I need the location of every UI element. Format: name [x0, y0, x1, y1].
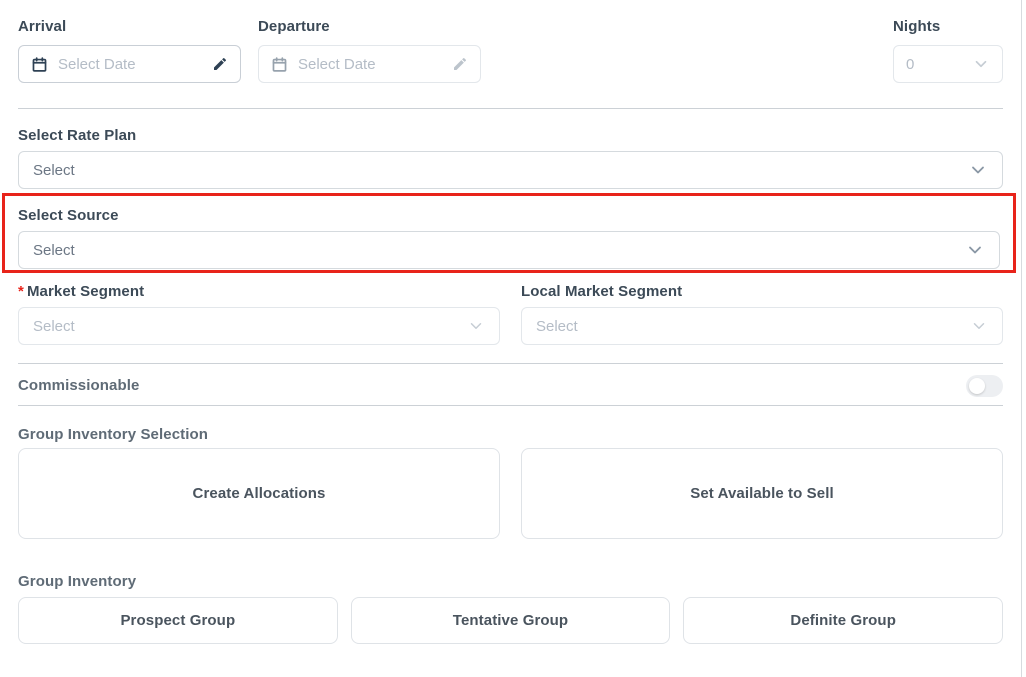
section-divider: [18, 363, 1003, 364]
group-inventory-selection-options: Create Allocations Set Available to Sell: [18, 448, 1003, 539]
group-inventory-selection-label: Group Inventory Selection: [18, 426, 1003, 444]
tentative-group-button[interactable]: Tentative Group: [351, 597, 671, 644]
source-select[interactable]: Select: [18, 231, 1000, 269]
calendar-icon: [31, 56, 48, 73]
group-inventory-section: Group Inventory Prospect Group Tentative…: [18, 573, 1003, 644]
rate-plan-select[interactable]: Select: [18, 151, 1003, 189]
chevron-down-icon: [968, 160, 988, 180]
rate-plan-value: Select: [33, 162, 75, 179]
departure-date-field[interactable]: Select Date: [258, 45, 481, 83]
departure-field-group: Departure Select Date: [258, 18, 481, 83]
source-highlight-box: Select Source Select: [2, 193, 1016, 273]
arrival-label: Arrival: [18, 18, 241, 36]
chevron-down-icon: [970, 317, 988, 335]
set-available-to-sell-button[interactable]: Set Available to Sell: [521, 448, 1003, 539]
commissionable-label: Commissionable: [18, 375, 139, 397]
arrival-date-field[interactable]: Select Date: [18, 45, 241, 83]
chevron-down-icon: [972, 55, 990, 73]
toggle-knob: [969, 378, 985, 394]
section-divider: [18, 405, 1003, 406]
group-inventory-selection-section: Group Inventory Selection Create Allocat…: [18, 426, 1003, 539]
section-divider: [18, 108, 1003, 109]
dates-row: Arrival Select Date Departure: [18, 18, 1003, 83]
required-asterisk: *: [18, 283, 24, 300]
group-inventory-options: Prospect Group Tentative Group Definite …: [18, 597, 1003, 644]
form-content: Arrival Select Date Departure: [0, 0, 1026, 644]
definite-group-button[interactable]: Definite Group: [683, 597, 1003, 644]
source-label: Select Source: [18, 207, 1000, 225]
group-booking-form: Arrival Select Date Departure: [0, 0, 1026, 677]
local-market-segment-label: Local Market Segment: [521, 283, 1003, 301]
source-value: Select: [33, 242, 75, 259]
local-market-segment-value: Select: [536, 318, 578, 335]
market-segment-select[interactable]: Select: [18, 307, 500, 345]
pencil-icon: [452, 56, 468, 72]
rate-plan-field-group: Select Rate Plan Select: [18, 127, 1003, 189]
nights-select[interactable]: 0: [893, 45, 1003, 83]
market-segment-label: *Market Segment: [18, 283, 500, 301]
arrival-date-placeholder: Select Date: [58, 56, 136, 73]
nights-value: 0: [906, 56, 914, 73]
panel-edge-divider: [1021, 0, 1022, 677]
calendar-icon: [271, 56, 288, 73]
departure-label: Departure: [258, 18, 481, 36]
chevron-down-icon: [467, 317, 485, 335]
commissionable-toggle[interactable]: [966, 375, 1003, 397]
departure-date-placeholder: Select Date: [298, 56, 376, 73]
pencil-icon[interactable]: [212, 56, 228, 72]
rate-plan-label: Select Rate Plan: [18, 127, 1003, 145]
group-inventory-label: Group Inventory: [18, 573, 1003, 591]
local-market-segment-field-group: Local Market Segment Select: [521, 283, 1003, 345]
market-segment-value: Select: [33, 318, 75, 335]
market-segment-field-group: *Market Segment Select: [18, 283, 500, 345]
create-allocations-button[interactable]: Create Allocations: [18, 448, 500, 539]
nights-label: Nights: [893, 18, 1003, 36]
local-market-segment-select[interactable]: Select: [521, 307, 1003, 345]
nights-field-group: Nights 0: [893, 18, 1003, 83]
commissionable-row: Commissionable: [18, 375, 1003, 397]
chevron-down-icon: [965, 240, 985, 260]
prospect-group-button[interactable]: Prospect Group: [18, 597, 338, 644]
arrival-field-group: Arrival Select Date: [18, 18, 241, 83]
market-segment-row: *Market Segment Select Local Market Segm…: [18, 283, 1003, 345]
